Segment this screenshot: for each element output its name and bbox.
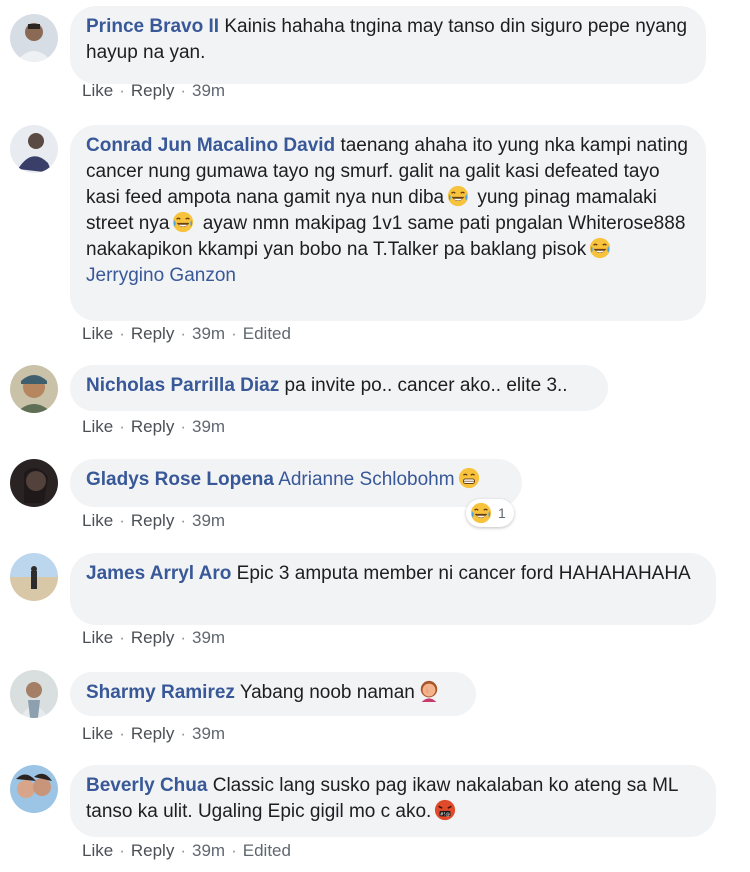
reply-link[interactable]: Reply bbox=[131, 324, 174, 343]
avatar[interactable] bbox=[10, 459, 58, 507]
comment-author[interactable]: Beverly Chua bbox=[86, 775, 207, 796]
comment-bubble: Beverly Chua Classic lang susko pag ikaw… bbox=[70, 765, 716, 837]
comment-text: nakakapikon kkampi yan bobo na T.Talker … bbox=[86, 239, 587, 260]
comment-bubble: Nicholas Parrilla Diaz pa invite po.. ca… bbox=[70, 365, 608, 411]
face-with-tears-of-joy-icon bbox=[447, 185, 469, 207]
like-link[interactable]: Like bbox=[82, 628, 113, 647]
reply-link[interactable]: Reply bbox=[131, 81, 174, 100]
mention-link[interactable]: Adrianne Schlobohm bbox=[278, 469, 454, 490]
comment-bubble: James Arryl Aro Epic 3 amputa member ni … bbox=[70, 553, 716, 625]
edited-label[interactable]: Edited bbox=[243, 841, 291, 860]
grinning-face-icon bbox=[458, 467, 480, 489]
mention-link[interactable]: Jerrygino Ganzon bbox=[86, 265, 236, 286]
avatar[interactable] bbox=[10, 765, 58, 813]
avatar[interactable] bbox=[10, 14, 58, 62]
comment-actions: Like · Reply · 39m bbox=[82, 628, 226, 647]
comment-actions: Like · Reply · 39m · Edited bbox=[82, 841, 291, 860]
timestamp[interactable]: 39m bbox=[192, 628, 225, 647]
avatar[interactable] bbox=[10, 365, 58, 413]
edited-label[interactable]: Edited bbox=[243, 324, 291, 343]
face-with-tears-of-joy-icon bbox=[470, 502, 492, 524]
comment-actions: Like · Reply · 39m bbox=[82, 724, 226, 743]
like-link[interactable]: Like bbox=[82, 841, 113, 860]
face-with-tears-of-joy-icon bbox=[172, 211, 194, 233]
timestamp[interactable]: 39m bbox=[192, 724, 225, 743]
comment-author[interactable]: James Arryl Aro bbox=[86, 563, 231, 584]
comment-actions: Like · Reply · 39m bbox=[82, 511, 226, 530]
like-link[interactable]: Like bbox=[82, 724, 113, 743]
comment-actions: Like · Reply · 39m bbox=[82, 417, 226, 436]
like-link[interactable]: Like bbox=[82, 417, 113, 436]
timestamp[interactable]: 39m bbox=[192, 511, 225, 530]
avatar[interactable] bbox=[10, 553, 58, 601]
face-with-symbols-icon bbox=[434, 799, 456, 821]
like-link[interactable]: Like bbox=[82, 81, 113, 100]
reply-link[interactable]: Reply bbox=[131, 417, 174, 436]
like-link[interactable]: Like bbox=[82, 511, 113, 530]
comment-author[interactable]: Nicholas Parrilla Diaz bbox=[86, 375, 279, 396]
reply-link[interactable]: Reply bbox=[131, 511, 174, 530]
comment-author[interactable]: Conrad Jun Macalino David bbox=[86, 135, 335, 156]
avatar[interactable] bbox=[10, 125, 58, 173]
comment-bubble: Conrad Jun Macalino David taenang ahaha … bbox=[70, 125, 706, 321]
comment-text: Yabang noob naman bbox=[239, 682, 415, 703]
comment-bubble: Gladys Rose Lopena Adrianne Schlobohm bbox=[70, 459, 522, 507]
comment-author[interactable]: Gladys Rose Lopena bbox=[86, 469, 274, 490]
timestamp[interactable]: 39m bbox=[192, 417, 225, 436]
face-with-tears-of-joy-icon bbox=[589, 237, 611, 259]
reply-link[interactable]: Reply bbox=[131, 628, 174, 647]
comment-author[interactable]: Sharmy Ramirez bbox=[86, 682, 235, 703]
comment-actions: Like · Reply · 39m bbox=[82, 81, 226, 100]
like-link[interactable]: Like bbox=[82, 324, 113, 343]
reaction-summary[interactable]: 1 bbox=[466, 499, 514, 527]
reply-link[interactable]: Reply bbox=[131, 724, 174, 743]
comment-bubble: Prince Bravo II Kainis hahaha tngina may… bbox=[70, 6, 706, 84]
reply-link[interactable]: Reply bbox=[131, 841, 174, 860]
comment-text: pa invite po.. cancer ako.. elite 3.. bbox=[284, 375, 568, 396]
comment-actions: Like · Reply · 39m · Edited bbox=[82, 324, 291, 343]
avatar[interactable] bbox=[10, 670, 58, 718]
timestamp[interactable]: 39m bbox=[192, 324, 225, 343]
timestamp[interactable]: 39m bbox=[192, 841, 225, 860]
timestamp[interactable]: 39m bbox=[192, 81, 225, 100]
reaction-count: 1 bbox=[498, 505, 506, 521]
woman-facepalming-icon bbox=[418, 680, 440, 702]
comment-bubble: Sharmy Ramirez Yabang noob naman bbox=[70, 672, 476, 716]
comment-text: Epic 3 amputa member ni cancer ford HAHA… bbox=[236, 563, 691, 584]
comment-text: ayaw nmn makipag 1v1 same pati pngalan W… bbox=[202, 213, 686, 234]
comment-author[interactable]: Prince Bravo II bbox=[86, 16, 219, 37]
